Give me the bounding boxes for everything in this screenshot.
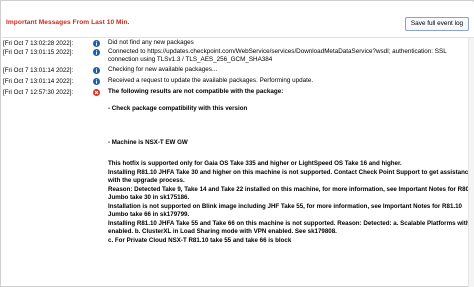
log-message: Did not find any new packages bbox=[108, 38, 194, 46]
detail-line: Installing R81.10 JHFA Take 30 and highe… bbox=[108, 168, 472, 176]
vertical-scrollbar[interactable] bbox=[468, 38, 474, 287]
info-icon bbox=[93, 40, 100, 47]
detail-line: c. For Private Cloud NSX-T R81.10 take 5… bbox=[108, 236, 292, 244]
detail-line: Jumbo take 30 in sk175186. bbox=[108, 194, 190, 201]
detail-line: with the upgrade process. bbox=[108, 177, 185, 184]
log-message-error: The following results are not compatible… bbox=[108, 87, 284, 95]
info-icon bbox=[93, 67, 100, 74]
info-icon bbox=[93, 78, 100, 85]
header-bar: Important Messages From Last 10 Min. Sav… bbox=[2, 2, 474, 42]
detail-line: enabled. b. ClusterXL in Load Sharing mo… bbox=[108, 228, 337, 235]
log-timestamp: [Fri Oct 7 13:02:28 2022]: bbox=[3, 40, 74, 47]
detail-line: Jumbo take 66 in sk179799. bbox=[108, 211, 190, 218]
detail-line: Installation is not supported on Blink i… bbox=[108, 202, 463, 210]
log-message: Received a request to update the availab… bbox=[108, 76, 314, 84]
log-timestamp: [Fri Oct 7 13:01:14 2022]: bbox=[3, 67, 74, 74]
detail-check-compatibility: - Check package compatibility with this … bbox=[108, 105, 248, 112]
detail-line: This hotfix is supported only for Gaia O… bbox=[108, 160, 402, 167]
detail-machine: - Machine is NSX-T EW GW bbox=[108, 139, 188, 146]
save-full-event-log-button[interactable]: Save full event log bbox=[405, 17, 469, 31]
error-icon bbox=[93, 89, 100, 96]
log-message-continued: connection using TLSv1.3 / TLS_AES_256_G… bbox=[108, 55, 273, 63]
header-title: Important Messages From Last 10 Min. bbox=[6, 19, 130, 26]
log-timestamp: [Fri Oct 7 13:01:14 2022]: bbox=[3, 78, 74, 85]
info-icon bbox=[93, 49, 100, 56]
messages-window: Important Messages From Last 10 Min. Sav… bbox=[0, 0, 474, 287]
event-log-list: [Fri Oct 7 13:02:28 2022]: Did not find … bbox=[2, 38, 474, 287]
log-timestamp: [Fri Oct 7 12:57:30 2022]: bbox=[3, 89, 74, 96]
detail-line: Reason: Detected Take 9, Take 14 and Tak… bbox=[108, 185, 474, 193]
log-timestamp: [Fri Oct 7 13:01:15 2022]: bbox=[3, 49, 74, 56]
detail-line: Installing R81.10 JHFA Take 55 and Take … bbox=[108, 219, 474, 227]
log-message: Checking for new available packages... bbox=[108, 65, 218, 73]
